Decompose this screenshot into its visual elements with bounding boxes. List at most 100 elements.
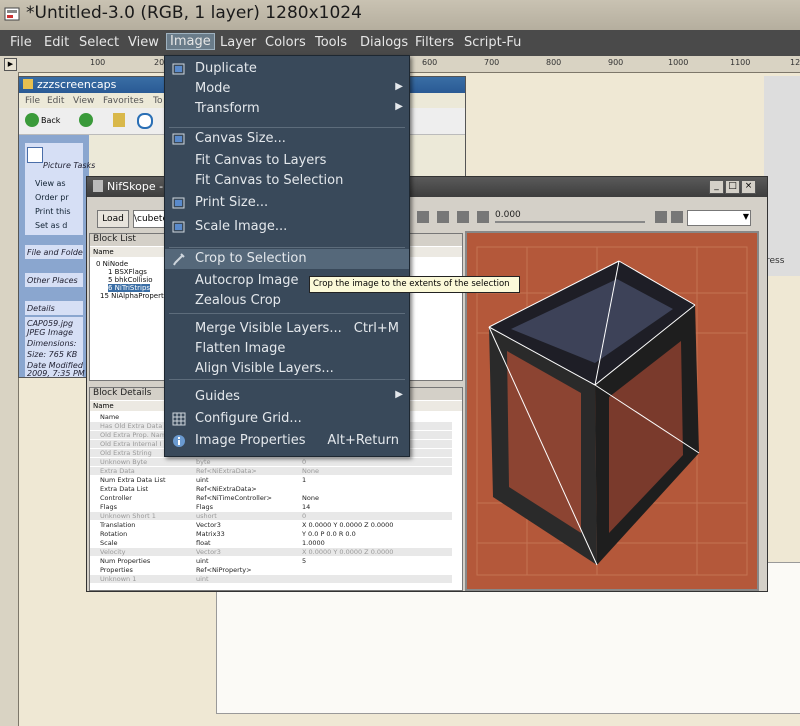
detail-type: Matrix33: [196, 530, 225, 538]
search-icon[interactable]: [137, 113, 153, 129]
menu-filters[interactable]: Filters: [415, 35, 454, 50]
detail-row[interactable]: Extra Data List Ref<NiExtraData>: [90, 485, 452, 493]
menu-item-label: Zealous Crop: [195, 293, 281, 308]
tree-item[interactable]: 5 bhkCollisio: [108, 276, 153, 284]
detail-row[interactable]: Num Properties uint 5: [90, 557, 452, 565]
other-places-header[interactable]: Other Places: [25, 273, 83, 287]
window-title: *Untitled-3.0 (RGB, 1 layer) 1280x1024: [26, 3, 362, 23]
menu-select[interactable]: Select: [79, 35, 119, 50]
tree-item[interactable]: 1 BSXFlags: [108, 268, 147, 276]
back-label[interactable]: Back: [41, 116, 60, 125]
menu-item-transform[interactable]: Transform ▶: [165, 99, 409, 119]
background-window-edge: ress: [764, 76, 800, 276]
set-as-link[interactable]: Set as d: [35, 221, 67, 230]
menu-item-fit-canvas-to-layers[interactable]: Fit Canvas to Layers: [165, 151, 409, 171]
menu-item-canvas-size[interactable]: Canvas Size...: [165, 129, 409, 149]
detail-row[interactable]: Scale float 1.0000: [90, 539, 452, 547]
explorer-menu-edit[interactable]: Edit: [47, 96, 64, 106]
menu-item-fit-canvas-to-selection[interactable]: Fit Canvas to Selection: [165, 171, 409, 191]
view-as-link[interactable]: View as: [35, 179, 66, 188]
detail-row[interactable]: Extra Data Ref<NiExtraData> None: [90, 467, 452, 475]
menu-item-configure-grid[interactable]: Configure Grid...: [165, 409, 409, 429]
minimize-button[interactable]: _: [709, 180, 724, 194]
order-prints-link[interactable]: Order pr: [35, 193, 69, 202]
details-panel: CAP059.jpg JPEG Image Dimensions: Size: …: [25, 317, 85, 378]
scale-image-icon: [172, 220, 186, 234]
menu-item-align-visible-layers[interactable]: Align Visible Layers...: [165, 359, 409, 379]
timeline-slider[interactable]: [495, 221, 645, 223]
details-header[interactable]: Details: [25, 301, 83, 315]
detail-name: Unknown 1: [100, 575, 137, 583]
detail-row[interactable]: Rotation Matrix33 Y 0.0 P 0.0 R 0.0: [90, 530, 452, 538]
block-details-title: Block Details: [93, 388, 152, 398]
load-button[interactable]: Load: [97, 210, 129, 228]
block-list-header-label: Name: [93, 248, 114, 256]
ruler-tick: 900: [608, 58, 624, 67]
detail-row[interactable]: Velocity Vector3 X 0.0000 Y 0.0000 Z 0.000…: [90, 548, 452, 556]
menu-separator: [169, 127, 405, 128]
menu-colors[interactable]: Colors: [265, 35, 306, 50]
detail-row[interactable]: Translation Vector3 X 0.0000 Y 0.0000 Z 0.…: [90, 521, 452, 529]
menu-item-scale-image[interactable]: Scale Image...: [165, 217, 409, 237]
detail-row[interactable]: Num Extra Data List uint 1: [90, 476, 452, 484]
detail-type: byte: [196, 458, 211, 466]
loop-icon[interactable]: [655, 211, 667, 223]
menu-script-fu[interactable]: Script-Fu: [464, 35, 521, 50]
detail-row[interactable]: Flags Flags 14: [90, 503, 452, 511]
menu-item-merge-visible-layers[interactable]: Merge Visible Layers... Ctrl+M: [165, 319, 409, 339]
menu-item-mode[interactable]: Mode ▶: [165, 79, 409, 99]
menu-tools[interactable]: Tools: [315, 35, 347, 50]
detail-name: Translation: [100, 521, 136, 529]
menu-edit[interactable]: Edit: [44, 35, 69, 50]
detail-type: Flags: [196, 503, 214, 511]
explorer-menu-file[interactable]: File: [25, 96, 40, 106]
menu-layer[interactable]: Layer: [220, 35, 256, 50]
detail-row[interactable]: Unknown 1 uint: [90, 575, 452, 583]
detail-row[interactable]: Properties Ref<NiProperty>: [90, 566, 452, 574]
view-tool-icon[interactable]: [437, 211, 449, 223]
tree-item[interactable]: 0 NiNode: [96, 260, 128, 268]
window-titlebar: *Untitled-3.0 (RGB, 1 layer) 1280x1024: [0, 0, 800, 31]
menu-item-crop-to-selection[interactable]: Crop to Selection: [165, 249, 409, 269]
menu-image[interactable]: Image: [166, 33, 215, 50]
detail-row[interactable]: Unknown Byte byte 0: [90, 458, 452, 466]
menu-item-label: Scale Image...: [195, 219, 288, 234]
up-folder-icon[interactable]: [113, 113, 125, 127]
explorer-menu-favorites[interactable]: Favorites: [103, 96, 144, 106]
menu-item-label: Configure Grid...: [195, 411, 302, 426]
menu-item-image-properties[interactable]: Image Properties Alt+Return: [165, 431, 409, 451]
tree-item[interactable]: 15 NiAlphaPropert: [100, 292, 164, 300]
detail-type: Ref<NiExtraData>: [196, 467, 257, 475]
view-tool-icon[interactable]: [417, 211, 429, 223]
file-folder-tasks-header[interactable]: File and Folde: [25, 245, 83, 259]
menu-view[interactable]: View: [128, 35, 159, 50]
navigate-icon[interactable]: ▶: [4, 58, 17, 71]
back-arrow-icon[interactable]: [25, 113, 39, 127]
explorer-menu-tools[interactable]: To: [153, 96, 162, 106]
switch-icon[interactable]: [671, 211, 683, 223]
print-this-link[interactable]: Print this: [35, 207, 71, 216]
menu-item-print-size[interactable]: Print Size...: [165, 193, 409, 213]
maximize-button[interactable]: □: [725, 180, 740, 194]
menu-dialogs[interactable]: Dialogs: [360, 35, 408, 50]
view-tool-icon[interactable]: [457, 211, 469, 223]
menu-item-guides[interactable]: Guides ▶: [165, 387, 409, 407]
explorer-menu-view[interactable]: View: [73, 96, 94, 106]
detail-name: Num Extra Data List: [100, 476, 166, 484]
detail-row[interactable]: Controller Ref<NiTimeController> None: [90, 494, 452, 502]
detail-row[interactable]: Unknown Short 1 ushort 0: [90, 512, 452, 520]
menu-item-duplicate[interactable]: Duplicate: [165, 59, 409, 79]
menu-file[interactable]: File: [10, 35, 32, 50]
crop-icon: [172, 252, 186, 266]
address-label: ress: [766, 256, 785, 266]
menu-item-flatten-image[interactable]: Flatten Image: [165, 339, 409, 359]
ruler-tick: 600: [422, 58, 438, 67]
tree-item-selected[interactable]: 6 NiTriStrips: [108, 284, 151, 292]
menu-item-zealous-crop[interactable]: Zealous Crop: [165, 291, 409, 311]
play-icon[interactable]: [477, 211, 489, 223]
ruler-tick: 700: [484, 58, 500, 67]
forward-arrow-icon[interactable]: [79, 113, 93, 127]
animation-select[interactable]: ▼: [687, 210, 751, 226]
close-button[interactable]: ×: [741, 180, 756, 194]
menu-separator: [169, 247, 405, 248]
